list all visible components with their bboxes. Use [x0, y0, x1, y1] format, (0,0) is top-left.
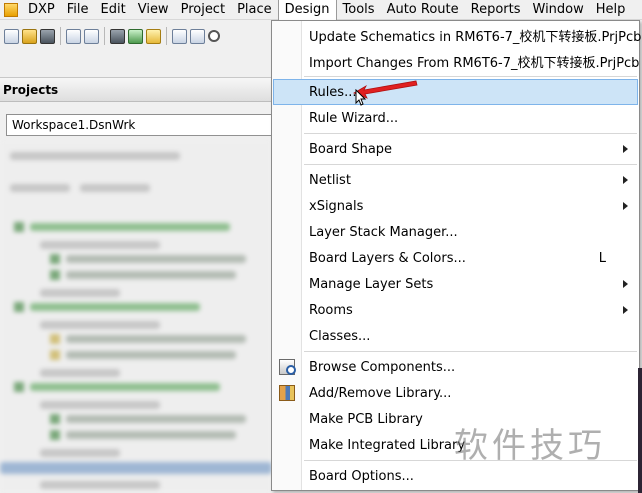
- menu-item-label: Classes...: [309, 328, 371, 344]
- layer-folder-icon[interactable]: [146, 28, 161, 44]
- menu-item-label: Make Integrated Library: [309, 437, 466, 453]
- submenu-arrow-icon: [623, 145, 628, 153]
- menu-view[interactable]: View: [132, 0, 175, 20]
- menu-place[interactable]: Place: [231, 0, 278, 20]
- menu-separator: [304, 164, 637, 165]
- menu-edit[interactable]: Edit: [95, 0, 132, 20]
- menu-item-label: Manage Layer Sets: [309, 276, 434, 292]
- projects-panel-title: Projects: [0, 77, 272, 102]
- menu-item-import-changes[interactable]: Import Changes From RM6T6-7_校机下转接板.PrjPc…: [273, 48, 640, 74]
- menu-item-label: Layer Stack Manager...: [309, 224, 458, 240]
- zoom-search-icon[interactable]: [208, 30, 220, 42]
- 3d-view-icon[interactable]: [110, 28, 125, 44]
- toolbar-separator: [60, 27, 61, 45]
- menu-item-label: Make PCB Library: [309, 411, 423, 427]
- menu-item-shortcut: L: [598, 250, 606, 266]
- menu-item-label: Import Changes From RM6T6-7_校机下转接板.PrjPc…: [309, 55, 640, 71]
- menu-item-label: Update Schematics in RM6T6-7_校机下转接板.PrjP…: [309, 29, 642, 45]
- menu-separator: [304, 76, 637, 77]
- submenu-arrow-icon: [623, 306, 628, 314]
- menu-item-classes[interactable]: Classes...: [273, 323, 638, 349]
- save-icon[interactable]: [40, 28, 55, 44]
- background-window-edge: [638, 368, 642, 493]
- menu-item-label: xSignals: [309, 198, 364, 214]
- mouse-cursor-icon: [355, 89, 367, 106]
- submenu-arrow-icon: [623, 280, 628, 288]
- menu-item-label: Add/Remove Library...: [309, 385, 452, 401]
- board-icon[interactable]: [128, 28, 143, 44]
- menu-file[interactable]: File: [61, 0, 95, 20]
- menu-help[interactable]: Help: [590, 0, 632, 20]
- menu-item-label: Netlist: [309, 172, 351, 188]
- menu-item-browse-components[interactable]: Browse Components...: [273, 354, 638, 380]
- library-icon: [279, 385, 295, 401]
- browse-components-icon: [279, 359, 296, 375]
- toolbar-separator: [166, 27, 167, 45]
- menu-item-label: Browse Components...: [309, 359, 456, 375]
- menu-auto-route[interactable]: Auto Route: [381, 0, 465, 20]
- menu-item-rooms[interactable]: Rooms: [273, 297, 638, 323]
- dxp-logo-icon[interactable]: [0, 1, 22, 19]
- zoom-selected-icon[interactable]: [190, 28, 205, 44]
- menu-design[interactable]: Design: [277, 0, 337, 20]
- zoom-area-icon[interactable]: [172, 28, 187, 44]
- project-tree-blurred: [0, 140, 272, 493]
- menu-item-label: Board Shape: [309, 141, 393, 157]
- menu-window[interactable]: Window: [527, 0, 590, 20]
- print-icon[interactable]: [66, 28, 81, 44]
- menu-item-layer-stack-manager[interactable]: Layer Stack Manager...: [273, 219, 638, 245]
- menu-item-rule-wizard[interactable]: Rule Wizard...: [273, 105, 638, 131]
- menu-reports[interactable]: Reports: [465, 0, 527, 20]
- menu-item-board-layers-colors[interactable]: Board Layers & Colors... L: [273, 245, 638, 271]
- menu-bar: DXP File Edit View Project Place Design …: [0, 0, 642, 20]
- menu-separator: [304, 351, 637, 352]
- menu-item-xsignals[interactable]: xSignals: [273, 193, 638, 219]
- menu-dxp[interactable]: DXP: [22, 0, 61, 20]
- watermark-text: 软件技巧: [454, 426, 606, 466]
- menu-item-board-shape[interactable]: Board Shape: [273, 136, 638, 162]
- menu-item-netlist[interactable]: Netlist: [273, 167, 638, 193]
- menu-item-update-schematics[interactable]: Update Schematics in RM6T6-7_校机下转接板.PrjP…: [273, 22, 642, 48]
- menu-item-rules[interactable]: Rules...: [273, 79, 638, 105]
- menu-item-label: Rules...: [309, 84, 357, 100]
- menu-tools[interactable]: Tools: [337, 0, 381, 20]
- menu-separator: [304, 133, 637, 134]
- menu-item-label: Board Options...: [309, 468, 414, 484]
- print-preview-icon[interactable]: [84, 28, 99, 44]
- menu-project[interactable]: Project: [175, 0, 231, 20]
- workspace-selector[interactable]: Workspace1.DsnWrk: [6, 114, 272, 136]
- menu-item-label: Board Layers & Colors...: [309, 250, 466, 266]
- menu-item-manage-layer-sets[interactable]: Manage Layer Sets: [273, 271, 638, 297]
- menu-item-add-remove-library[interactable]: Add/Remove Library...: [273, 380, 638, 406]
- submenu-arrow-icon: [623, 176, 628, 184]
- menu-item-label: Rooms: [309, 302, 353, 318]
- toolbar: [0, 21, 272, 51]
- open-folder-icon[interactable]: [22, 28, 37, 44]
- submenu-arrow-icon: [623, 202, 628, 210]
- menu-item-label: Rule Wizard...: [309, 110, 399, 126]
- new-document-icon[interactable]: [4, 28, 19, 44]
- toolbar-separator: [104, 27, 105, 45]
